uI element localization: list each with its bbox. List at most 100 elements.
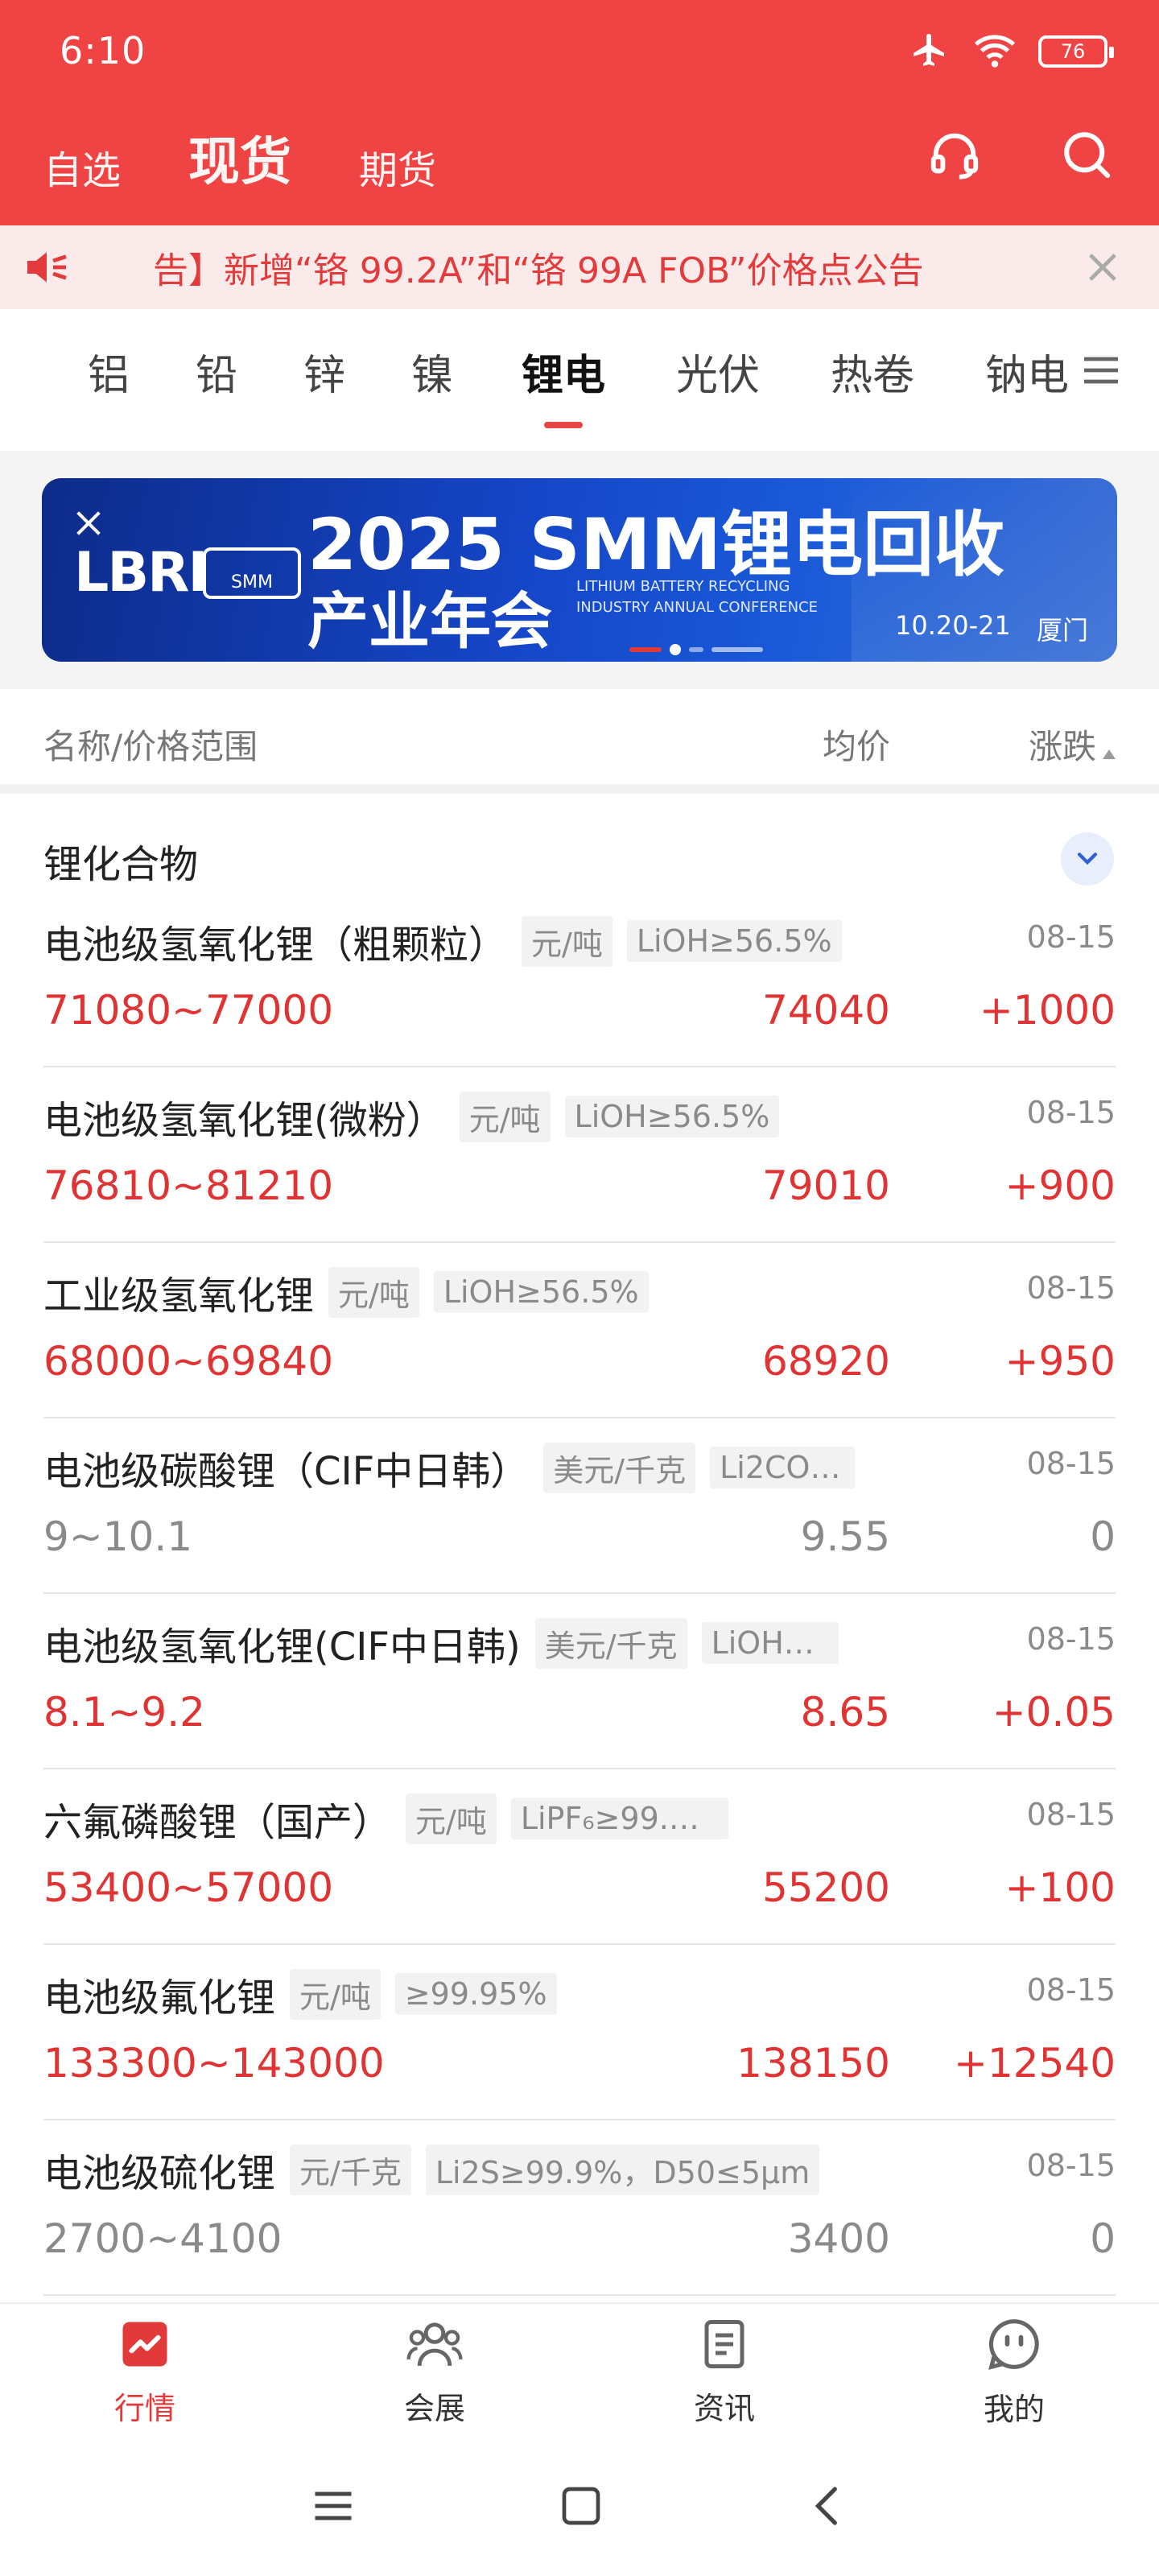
row-name-line: 电池级硫化锂 元/千克 Li2S≥99.9%，D50≤5μm (43, 2141, 921, 2198)
tab-zinc[interactable]: 锌 (270, 341, 378, 422)
lbri-logo: LBRI (74, 541, 208, 605)
price-date: 08-15 (1026, 2148, 1116, 2183)
battery-icon: 76 (1038, 35, 1114, 68)
home-icon[interactable] (559, 2483, 604, 2532)
back-icon[interactable] (805, 2483, 850, 2532)
table-row[interactable]: 电池级硫化锂 元/千克 Li2S≥99.9%，D50≤5μm 08-15 270… (43, 2120, 1116, 2296)
battery-level: 76 (1060, 40, 1086, 63)
average-price: 3400 (787, 2215, 890, 2262)
price-date: 08-15 (1026, 1972, 1116, 2008)
product-name: 电池级氟化锂 (43, 1975, 276, 2021)
price-date: 08-15 (1026, 1621, 1116, 1657)
price-change: +1000 (979, 987, 1116, 1034)
airplane-icon (908, 31, 951, 72)
price-range: 133300~143000 (43, 2040, 385, 2087)
tab-lithium-battery[interactable]: 锂电 (486, 341, 641, 428)
chevron-down-icon[interactable] (1061, 832, 1114, 886)
tab-watchlist[interactable]: 自选 (43, 138, 121, 195)
price-date: 08-15 (1026, 1797, 1116, 1832)
table-row[interactable]: 电池级氢氧化锂（粗颗粒） 元/吨 LiOH≥56.5% 08-15 71080~… (43, 892, 1116, 1067)
table-row[interactable]: 电池级氢氧化锂(CIF中日韩) 美元/千克 LiOH≥56.5% 08-15 8… (43, 1594, 1116, 1769)
conference-banner[interactable]: LBRI SMM 2025 SMM锂电回收 产业年会 LITHIUM BATTE… (42, 478, 1117, 662)
carousel-dot-active (670, 644, 681, 655)
close-icon[interactable] (72, 507, 105, 539)
price-list: 电池级氢氧化锂（粗颗粒） 元/吨 LiOH≥56.5% 08-15 71080~… (43, 892, 1116, 2296)
row-name-line: 电池级氢氧化锂（粗颗粒） 元/吨 LiOH≥56.5% (43, 913, 921, 969)
spec-tag: LiPF₆≥99.95% (510, 1798, 728, 1839)
sort-icon (1103, 749, 1116, 759)
unit-tag: 元/吨 (522, 915, 612, 967)
banner-english-text: LITHIUM BATTERY RECYCLING INDUSTRY ANNUA… (576, 576, 818, 618)
row-name-line: 六氟磷酸锂（国产） 元/吨 LiPF₆≥99.95% (43, 1790, 921, 1847)
headset-icon[interactable] (921, 121, 988, 188)
price-date: 08-15 (1026, 1446, 1116, 1481)
profile-face-icon (987, 2317, 1041, 2375)
average-price: 74040 (761, 987, 890, 1034)
nav-label: 行情 (113, 2390, 175, 2426)
spec-tag: LiOH≥56.5% (626, 920, 842, 962)
nav-news[interactable]: 资讯 (580, 2304, 869, 2441)
table-row[interactable]: 六氟磷酸锂（国产） 元/吨 LiPF₆≥99.95% 08-15 53400~5… (43, 1769, 1116, 1945)
app-header: 6:10 76 自选 现货 期货 (0, 0, 1159, 225)
table-row[interactable]: 电池级氟化锂 元/吨 ≥99.95% 08-15 133300~143000 1… (43, 1945, 1116, 2120)
status-icons: 76 (908, 31, 1114, 72)
spec-tag: LiOH≥56.5% (433, 1271, 649, 1313)
price-change: 0 (1090, 1513, 1116, 1560)
unit-tag: 元/吨 (459, 1091, 551, 1142)
column-change-sort[interactable]: 涨跌 (1029, 720, 1116, 769)
row-name-line: 电池级氢氧化锂(CIF中日韩) 美元/千克 LiOH≥56.5% (43, 1615, 921, 1671)
row-name-line: 电池级氟化锂 元/吨 ≥99.95% (43, 1966, 921, 2022)
unit-tag: 元/吨 (406, 1793, 497, 1844)
announcement-bar[interactable]: 告】新增“铬 99.2A”和“铬 99A FOB”价格点公告 (0, 225, 1159, 309)
banner-english-line2: INDUSTRY ANNUAL CONFERENCE (576, 599, 818, 616)
spec-tag: Li2CO3≥99.5% (710, 1447, 856, 1488)
table-row[interactable]: 电池级氢氧化锂(微粉） 元/吨 LiOH≥56.5% 08-15 76810~8… (43, 1067, 1116, 1243)
system-navigation-bar (0, 2439, 1159, 2576)
wifi-icon (972, 31, 1017, 72)
table-row[interactable]: 工业级氢氧化锂 元/吨 LiOH≥56.5% 08-15 68000~69840… (43, 1243, 1116, 1418)
table-row[interactable]: 电池级碳酸锂（CIF中日韩） 美元/千克 Li2CO3≥99.5% 08-15 … (43, 1418, 1116, 1594)
unit-tag: 元/吨 (290, 1968, 381, 2020)
row-name-line: 工业级氢氧化锂 元/吨 LiOH≥56.5% (43, 1264, 921, 1320)
unit-tag: 美元/千克 (534, 1617, 687, 1669)
unit-tag: 美元/千克 (543, 1442, 696, 1493)
price-date: 08-15 (1026, 1270, 1116, 1306)
product-name: 电池级氢氧化锂（粗颗粒） (43, 923, 508, 968)
tab-nickel[interactable]: 镍 (378, 341, 486, 422)
price-range: 76810~81210 (43, 1162, 334, 1209)
tab-photovoltaic[interactable]: 光伏 (641, 341, 795, 422)
menu-icon[interactable] (1079, 348, 1124, 393)
smm-logo: SMM (203, 547, 301, 599)
tab-aluminum[interactable]: 铝 (55, 341, 163, 422)
price-date: 08-15 (1026, 1095, 1116, 1130)
column-change-label: 涨跌 (1028, 727, 1096, 766)
banner-subtitle: 产业年会 (307, 585, 552, 657)
tab-futures[interactable]: 期货 (359, 138, 436, 195)
market-chart-icon (118, 2318, 171, 2374)
unit-tag: 元/千克 (290, 2144, 411, 2195)
nav-market[interactable]: 行情 (0, 2304, 290, 2441)
column-name-range: 名称/价格范围 (43, 727, 258, 766)
header-actions (921, 121, 1120, 188)
nav-profile[interactable]: 我的 (869, 2304, 1159, 2441)
tab-hot-rolled-coil[interactable]: 热卷 (795, 341, 950, 422)
speaker-icon (21, 242, 72, 293)
close-icon[interactable] (1082, 246, 1124, 288)
spec-tag: LiOH≥56.5% (564, 1096, 780, 1137)
announcement-text[interactable]: 告】新增“铬 99.2A”和“铬 99A FOB”价格点公告 (153, 242, 924, 293)
carousel-dot (711, 647, 763, 652)
nav-exhibition[interactable]: 会展 (290, 2304, 580, 2441)
product-name: 电池级硫化锂 (43, 2151, 276, 2196)
column-average: 均价 (822, 727, 890, 766)
news-document-icon (698, 2318, 751, 2374)
tab-lead[interactable]: 铅 (163, 341, 270, 422)
average-price: 68920 (761, 1338, 890, 1385)
menu-icon[interactable] (309, 2482, 357, 2533)
product-name: 电池级氢氧化锂(CIF中日韩) (43, 1624, 521, 1670)
search-icon[interactable] (1053, 121, 1120, 188)
row-name-line: 电池级氢氧化锂(微粉） 元/吨 LiOH≥56.5% (43, 1088, 921, 1145)
market-top-tabs: 自选 现货 期货 (43, 121, 436, 195)
price-change: +950 (1004, 1338, 1116, 1385)
tab-spot[interactable]: 现货 (188, 121, 291, 195)
spec-tag: LiOH≥56.5% (701, 1622, 839, 1664)
